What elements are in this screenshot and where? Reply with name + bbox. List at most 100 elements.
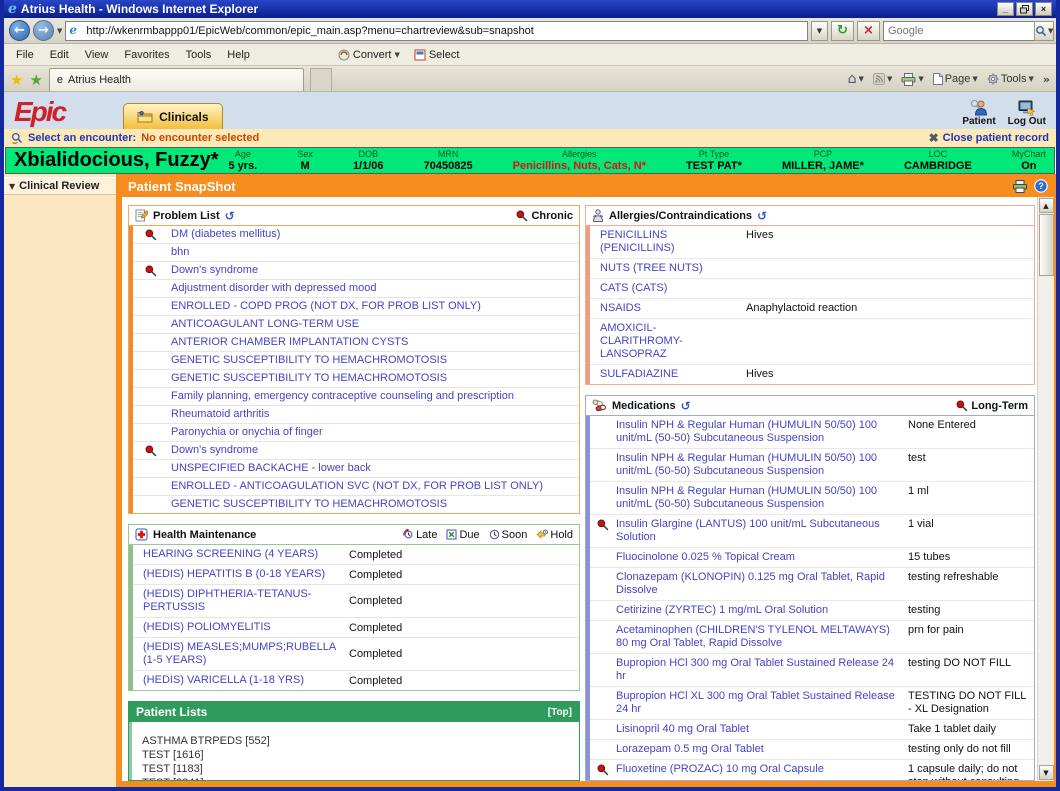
medication-name[interactable]: Lorazepam 0.5 mg Oral Tablet	[616, 740, 906, 759]
medication-name[interactable]: Insulin NPH & Regular Human (HUMULIN 50/…	[616, 416, 906, 448]
help-icon[interactable]: ?	[1034, 179, 1048, 193]
add-favorite-icon[interactable]: ★	[29, 69, 42, 91]
problem-name[interactable]: ANTERIOR CHAMBER IMPLANTATION CYSTS	[169, 334, 410, 351]
patient-list-item[interactable]: TEST [3841]	[138, 777, 579, 780]
allergy-agent[interactable]: PENICILLINS (PENICILLINS)	[590, 226, 742, 258]
medication-row[interactable]: Cetirizine (ZYRTEC) 1 mg/mL Oral Solutio…	[590, 601, 1034, 621]
problem-name[interactable]: GENETIC SUSCEPTIBILITY TO HEMACHROMOTOSI…	[169, 370, 449, 387]
problem-row[interactable]: UNSPECIFIED BACKACHE - lower back	[133, 460, 579, 478]
medication-name[interactable]: Bupropion HCl XL 300 mg Oral Tablet Sust…	[616, 687, 906, 719]
menu-item[interactable]: Help	[219, 47, 258, 63]
scroll-up-button[interactable]: ▲	[1039, 198, 1054, 213]
medication-row[interactable]: Bupropion HCl 300 mg Oral Tablet Sustain…	[590, 654, 1034, 687]
health-maintenance-row[interactable]: (HEDIS) MEASLES;MUMPS;RUBELLA (1-5 YEARS…	[133, 638, 579, 671]
problem-name[interactable]: Down's syndrome	[169, 262, 260, 279]
convert-button[interactable]: Convert ▼	[338, 49, 400, 61]
problem-name[interactable]: UNSPECIFIED BACKACHE - lower back	[169, 460, 373, 477]
problem-name[interactable]: ENROLLED - COPD PROG (NOT DX, FOR PROB L…	[169, 298, 483, 315]
medication-row[interactable]: Clonazepam (KLONOPIN) 0.125 mg Oral Tabl…	[590, 568, 1034, 601]
menu-item[interactable]: File	[8, 47, 42, 63]
search-input[interactable]	[883, 21, 1034, 41]
forward-button[interactable]: →	[33, 20, 54, 41]
select-button[interactable]: Select	[414, 49, 460, 61]
allergy-row[interactable]: AMOXICIL-CLARITHROMY-LANSOPRAZ	[590, 319, 1034, 365]
scroll-down-button[interactable]: ▼	[1039, 765, 1054, 780]
allergy-row[interactable]: SULFADIAZINE Hives	[590, 365, 1034, 384]
medication-name[interactable]: Clonazepam (KLONOPIN) 0.125 mg Oral Tabl…	[616, 568, 906, 600]
problem-row[interactable]: GENETIC SUSCEPTIBILITY TO HEMACHROMOTOSI…	[133, 352, 579, 370]
health-maintenance-row[interactable]: (HEDIS) VARICELLA (1-18 YRS) Completed	[133, 671, 579, 690]
health-maintenance-row[interactable]: (HEDIS) POLIOMYELITIS Completed	[133, 618, 579, 638]
print-report-icon[interactable]	[1012, 180, 1028, 193]
medication-name[interactable]: Acetaminophen (CHILDREN'S TYLENOL MELTAW…	[616, 621, 906, 653]
stop-button[interactable]: ×	[857, 21, 880, 41]
problem-row[interactable]: ANTICOAGULANT LONG-TERM USE	[133, 316, 579, 334]
health-maintenance-row[interactable]: (HEDIS) DIPHTHERIA-TETANUS-PERTUSSIS Com…	[133, 585, 579, 618]
allergy-agent[interactable]: SULFADIAZINE	[590, 365, 742, 384]
restore-button[interactable]	[1016, 2, 1033, 16]
problem-row[interactable]: Paronychia or onychia of finger	[133, 424, 579, 442]
problem-row[interactable]: Rheumatoid arthritis	[133, 406, 579, 424]
medication-name[interactable]: Fluoxetine (PROZAC) 10 mg Oral Capsule	[616, 760, 906, 781]
medication-name[interactable]: Fluocinolone 0.025 % Topical Cream	[616, 548, 906, 567]
address-dropdown-button[interactable]: ▼	[811, 21, 828, 41]
menu-item[interactable]: Tools	[178, 47, 220, 63]
problem-row[interactable]: GENETIC SUSCEPTIBILITY TO HEMACHROMOTOSI…	[133, 496, 579, 513]
medication-name[interactable]: Insulin Glargine (LANTUS) 100 unit/mL Su…	[616, 515, 906, 547]
medication-name[interactable]: Insulin NPH & Regular Human (HUMULIN 50/…	[616, 482, 906, 514]
refresh-button[interactable]: ↻	[831, 21, 854, 41]
problem-row[interactable]: Down's syndrome	[133, 262, 579, 280]
allergy-row[interactable]: CATS (CATS)	[590, 279, 1034, 299]
menu-item[interactable]: Favorites	[116, 47, 177, 63]
medication-row[interactable]: Bupropion HCl XL 300 mg Oral Tablet Sust…	[590, 687, 1034, 720]
allergy-row[interactable]: PENICILLINS (PENICILLINS) Hives	[590, 226, 1034, 259]
problem-name[interactable]: DM (diabetes mellitus)	[169, 226, 282, 243]
allergy-agent[interactable]: CATS (CATS)	[590, 279, 742, 298]
problem-name[interactable]: Rheumatoid arthritis	[169, 406, 271, 423]
vertical-scrollbar[interactable]: ▲ ▼	[1037, 197, 1054, 781]
problem-name[interactable]: bhn	[169, 244, 191, 261]
minimize-button[interactable]: _	[997, 2, 1014, 16]
problem-row[interactable]: Down's syndrome	[133, 442, 579, 460]
feeds-button[interactable]: ▼	[873, 73, 892, 85]
problem-row[interactable]: ENROLLED - COPD PROG (NOT DX, FOR PROB L…	[133, 298, 579, 316]
problem-name[interactable]: GENETIC SUSCEPTIBILITY TO HEMACHROMOTOSI…	[169, 352, 449, 369]
address-input[interactable]	[65, 21, 808, 41]
search-button[interactable]: ▼	[1034, 21, 1054, 41]
new-tab-button[interactable]	[310, 68, 332, 91]
medication-row[interactable]: Insulin NPH & Regular Human (HUMULIN 50/…	[590, 482, 1034, 515]
allergy-row[interactable]: NSAIDS Anaphylactoid reaction	[590, 299, 1034, 319]
favorites-star-icon[interactable]: ★	[10, 69, 23, 91]
refresh-section-icon[interactable]: ↺	[757, 209, 767, 223]
close-patient-record-link[interactable]: ✖ Close patient record	[929, 131, 1049, 145]
problem-name[interactable]: Family planning, emergency contraceptive…	[169, 388, 516, 405]
problem-row[interactable]: ANTERIOR CHAMBER IMPLANTATION CYSTS	[133, 334, 579, 352]
sidebar-item-clinical-review[interactable]: ▼ Clinical Review	[4, 177, 116, 195]
tab-clinicals[interactable]: Clinicals	[123, 103, 222, 129]
patient-button[interactable]: Patient	[962, 99, 995, 127]
history-dropdown-icon[interactable]: ▼	[57, 27, 62, 35]
health-maintenance-row[interactable]: (HEDIS) HEPATITIS B (0-18 YEARS) Complet…	[133, 565, 579, 585]
back-button[interactable]: ←	[9, 20, 30, 41]
medication-row[interactable]: Lisinopril 40 mg Oral Tablet Take 1 tabl…	[590, 720, 1034, 740]
allergy-agent[interactable]: NSAIDS	[590, 299, 742, 318]
page-menu-button[interactable]: Page▼	[933, 73, 978, 85]
medication-name[interactable]: Cetirizine (ZYRTEC) 1 mg/mL Oral Solutio…	[616, 601, 906, 620]
problem-name[interactable]: Paronychia or onychia of finger	[169, 424, 325, 441]
hm-topic[interactable]: (HEDIS) POLIOMYELITIS	[133, 618, 345, 637]
medication-row[interactable]: Fluocinolone 0.025 % Topical Cream 15 tu…	[590, 548, 1034, 568]
allergy-agent[interactable]: NUTS (TREE NUTS)	[590, 259, 742, 278]
problem-row[interactable]: Adjustment disorder with depressed mood	[133, 280, 579, 298]
refresh-section-icon[interactable]: ↺	[681, 399, 691, 413]
scrollbar-thumb[interactable]	[1039, 214, 1054, 276]
problem-name[interactable]: GENETIC SUSCEPTIBILITY TO HEMACHROMOTOSI…	[169, 496, 449, 513]
print-button[interactable]: ▼	[901, 73, 923, 86]
medication-name[interactable]: Insulin NPH & Regular Human (HUMULIN 50/…	[616, 449, 906, 481]
select-encounter-link[interactable]: Select an encounter:	[28, 132, 136, 144]
patient-list-item[interactable]: TEST [1183]	[138, 763, 579, 777]
patient-list-item[interactable]: TEST [1616]	[138, 749, 579, 763]
problem-name[interactable]: ANTICOAGULANT LONG-TERM USE	[169, 316, 361, 333]
problem-row[interactable]: GENETIC SUSCEPTIBILITY TO HEMACHROMOTOSI…	[133, 370, 579, 388]
patient-list-item[interactable]: ASTHMA BTRPEDS [552]	[138, 735, 579, 749]
problem-row[interactable]: Family planning, emergency contraceptive…	[133, 388, 579, 406]
